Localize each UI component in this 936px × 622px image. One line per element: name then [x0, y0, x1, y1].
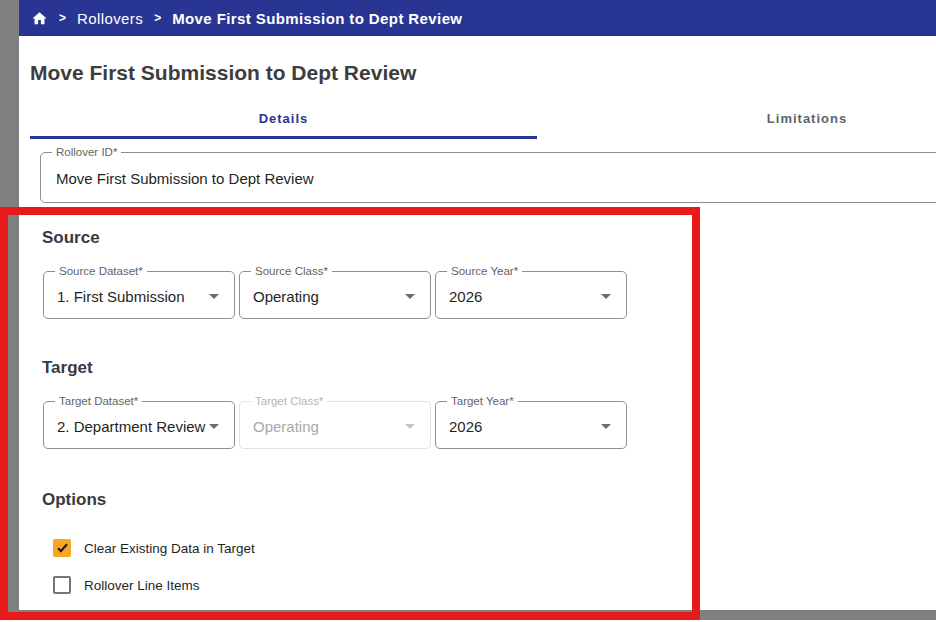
- rollover-id-label: Rollover ID*: [52, 146, 121, 159]
- page-content: Move First Submission to Dept Review Det…: [19, 36, 936, 607]
- active-tab-indicator: [30, 136, 537, 139]
- source-class-select[interactable]: Source Class* Operating: [239, 271, 431, 319]
- breadcrumb-bar: > Rollovers > Move First Submission to D…: [19, 0, 936, 36]
- window-edge-bottom: [0, 610, 936, 620]
- source-heading: Source: [42, 228, 100, 248]
- option-rollover-line-items: Rollover Line Items: [53, 576, 200, 594]
- tab-bar: Details Limitations: [19, 100, 936, 139]
- breadcrumb-separator: >: [59, 11, 66, 25]
- checkbox-rollover-line-items[interactable]: [53, 576, 71, 594]
- option-label: Clear Existing Data in Target: [84, 541, 255, 556]
- page-title: Move First Submission to Dept Review: [30, 61, 416, 85]
- tab-details[interactable]: Details: [30, 100, 537, 136]
- dropdown-arrow-icon: [405, 294, 415, 299]
- dropdown-arrow-icon: [601, 294, 611, 299]
- source-dataset-select[interactable]: Source Dataset* 1. First Submission: [43, 271, 235, 319]
- check-icon: [57, 542, 67, 553]
- breadcrumb-current: Move First Submission to Dept Review: [172, 10, 462, 27]
- target-dataset-select[interactable]: Target Dataset* 2. Department Review: [43, 401, 235, 449]
- rollover-id-field[interactable]: Rollover ID* Move First Submission to De…: [40, 152, 936, 203]
- window-edge-left: [0, 0, 19, 620]
- breadcrumb-rollovers[interactable]: Rollovers: [77, 10, 143, 27]
- breadcrumb-separator: >: [154, 11, 161, 25]
- rollover-id-value: Move First Submission to Dept Review: [56, 170, 314, 187]
- checkbox-clear-existing[interactable]: [53, 539, 71, 557]
- tab-limitations[interactable]: Limitations: [537, 100, 936, 136]
- target-class-select: Target Class* Operating: [239, 401, 431, 449]
- dropdown-arrow-icon: [405, 424, 415, 429]
- home-icon[interactable]: [31, 10, 48, 27]
- dropdown-arrow-icon: [209, 294, 219, 299]
- option-label: Rollover Line Items: [84, 578, 200, 593]
- target-year-select[interactable]: Target Year* 2026: [435, 401, 627, 449]
- dropdown-arrow-icon: [601, 424, 611, 429]
- source-year-select[interactable]: Source Year* 2026: [435, 271, 627, 319]
- option-clear-existing: Clear Existing Data in Target: [53, 539, 255, 557]
- options-heading: Options: [42, 490, 106, 510]
- dropdown-arrow-icon: [209, 424, 219, 429]
- target-heading: Target: [42, 358, 93, 378]
